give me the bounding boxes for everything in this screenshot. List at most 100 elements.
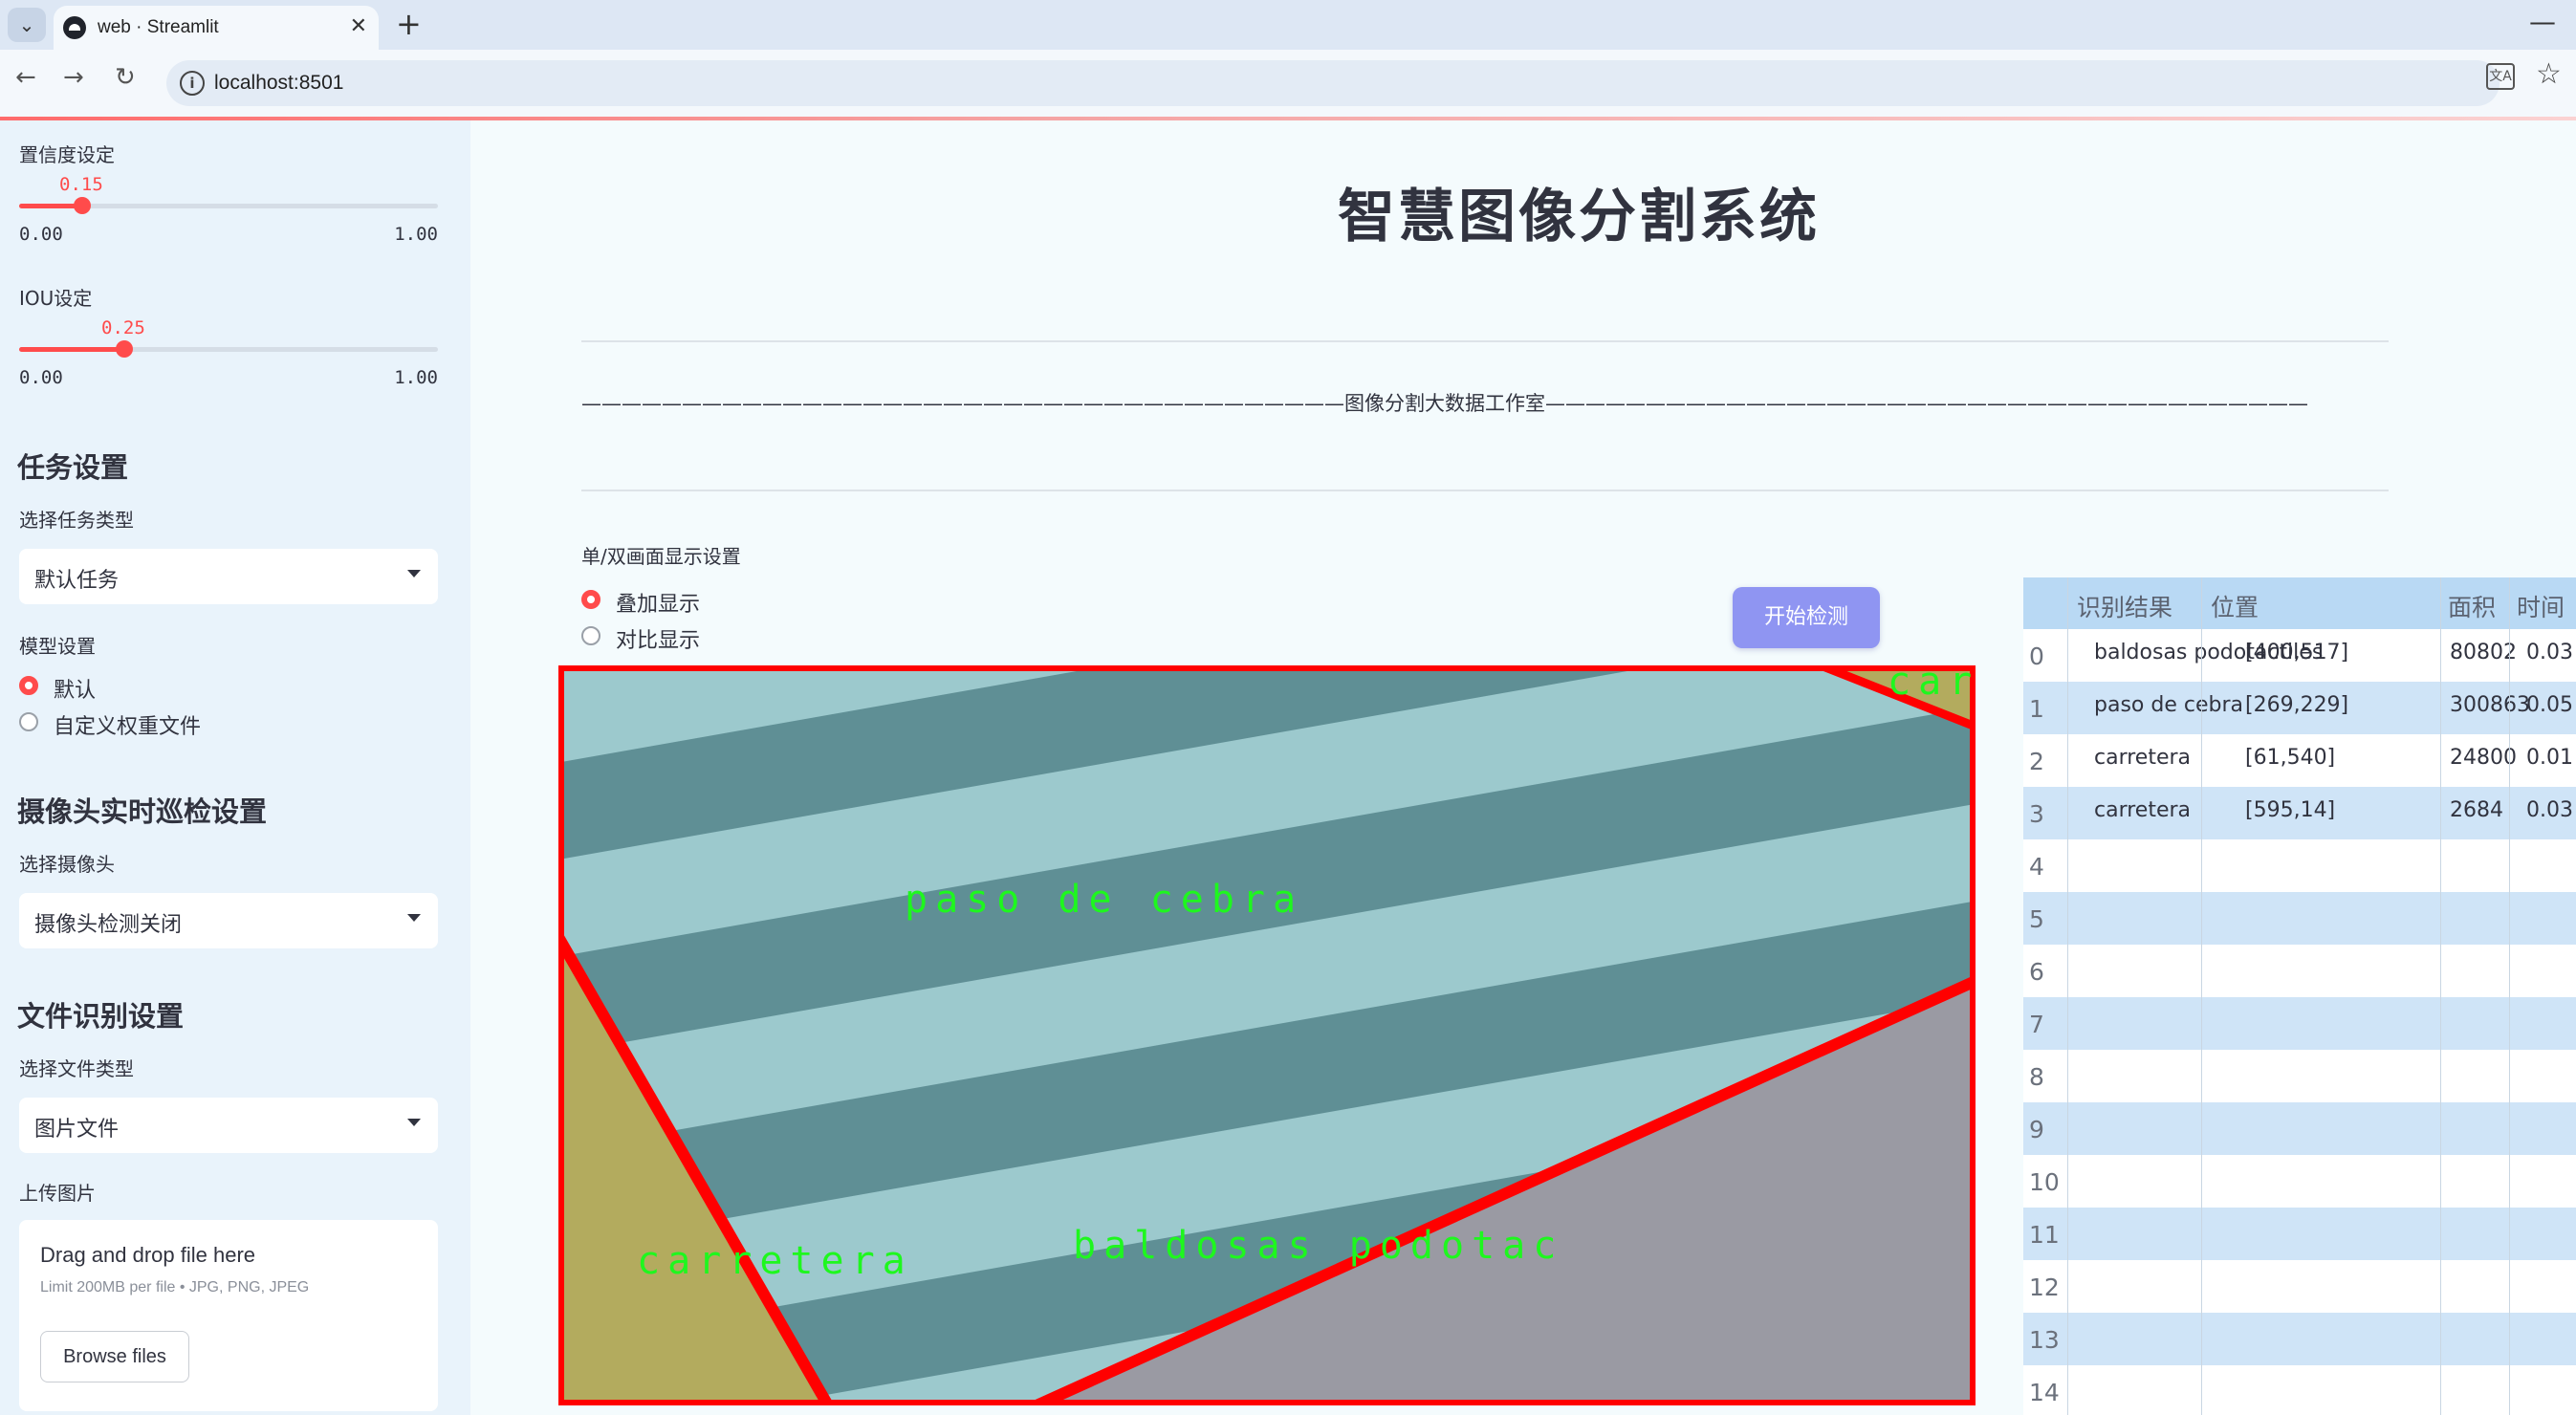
camera-select[interactable]: 摄像头检测关闭 xyxy=(19,893,438,948)
minimize-icon[interactable]: — xyxy=(2529,6,2556,37)
label-zebra-crossing: paso de cebra xyxy=(905,878,1304,922)
camera-label: 选择摄像头 xyxy=(19,853,115,876)
browser-tab[interactable]: web · Streamlit ✕ xyxy=(54,6,379,50)
table-row[interactable]: 0 baldosas podotactiles [400,517] 80802 … xyxy=(2023,629,2576,682)
row-index: 14 xyxy=(2029,1379,2060,1406)
tab-search-chevron-icon[interactable]: ⌄ xyxy=(8,8,46,42)
table-row-empty[interactable]: 4 xyxy=(2023,839,2576,892)
iou-value: 0.25 xyxy=(101,317,145,338)
column-divider xyxy=(2067,577,2068,1415)
table-row-empty[interactable]: 14 xyxy=(2023,1365,2576,1415)
task-type-value: 默认任务 xyxy=(34,569,120,593)
cell-result: paso de cebra xyxy=(2094,693,2243,717)
segmentation-result-image: paso de cebra carretera baldosas podotac… xyxy=(558,665,1976,1405)
chevron-down-icon xyxy=(407,570,421,577)
new-tab-plus-icon[interactable]: + xyxy=(396,6,422,42)
cell-time: 0.03 xyxy=(2526,798,2573,822)
browse-files-button[interactable]: Browse files xyxy=(40,1331,189,1382)
confidence-slider[interactable]: 0.15 0.00 1.00 xyxy=(19,174,438,245)
column-divider xyxy=(2201,577,2202,1415)
table-row-empty[interactable]: 9 xyxy=(2023,1102,2576,1155)
start-detection-button[interactable]: 开始检测 xyxy=(1733,587,1880,648)
column-divider xyxy=(2440,577,2441,1415)
iou-label: IOU设定 xyxy=(19,287,93,310)
slider-thumb[interactable] xyxy=(74,197,91,214)
table-row-empty[interactable]: 8 xyxy=(2023,1050,2576,1102)
row-index: 12 xyxy=(2029,1274,2060,1301)
cell-position: [61,540] xyxy=(2245,746,2336,770)
header-result: 识别结果 xyxy=(2077,594,2173,621)
header-time: 时间 xyxy=(2517,594,2565,621)
bookmark-star-icon[interactable]: ☆ xyxy=(2536,57,2562,91)
results-table[interactable]: 识别结果 位置 面积 时间 0 baldosas podotactiles [4… xyxy=(2023,577,2576,1415)
camera-value: 摄像头检测关闭 xyxy=(34,913,183,937)
cell-area: 2684 xyxy=(2450,798,2503,822)
label-road-corner: car xyxy=(1888,665,1976,704)
close-icon[interactable]: ✕ xyxy=(350,14,367,38)
radio-label: 默认 xyxy=(54,679,97,703)
iou-slider[interactable]: 0.25 0.00 1.00 xyxy=(19,317,438,388)
translate-icon[interactable]: 文A xyxy=(2486,63,2515,90)
chevron-down-icon xyxy=(407,914,421,922)
task-type-select[interactable]: 默认任务 xyxy=(19,549,438,604)
slider-track[interactable] xyxy=(19,197,438,214)
row-index: 0 xyxy=(2029,642,2044,670)
forward-arrow-icon[interactable]: → xyxy=(63,63,84,92)
header-area: 面积 xyxy=(2448,594,2497,621)
table-row-empty[interactable]: 6 xyxy=(2023,945,2576,997)
slider-track[interactable] xyxy=(19,340,438,358)
row-index: 4 xyxy=(2029,853,2044,881)
table-row-empty[interactable]: 7 xyxy=(2023,997,2576,1050)
row-index: 13 xyxy=(2029,1326,2060,1354)
column-divider xyxy=(2509,577,2510,1415)
task-type-label: 选择任务类型 xyxy=(19,509,134,532)
table-row-empty[interactable]: 13 xyxy=(2023,1313,2576,1365)
cell-position: [269,229] xyxy=(2245,693,2349,717)
slider-min: 0.00 xyxy=(19,224,63,245)
row-index: 5 xyxy=(2029,905,2044,933)
label-road: carretera xyxy=(637,1239,913,1283)
cell-result: carretera xyxy=(2094,798,2192,822)
table-row-empty[interactable]: 12 xyxy=(2023,1260,2576,1313)
dropzone-title: Drag and drop file here xyxy=(40,1243,256,1267)
segmentation-overlay xyxy=(558,665,1976,1405)
row-index: 8 xyxy=(2029,1063,2044,1091)
divider xyxy=(581,340,2389,342)
radio-selected-icon xyxy=(19,676,38,695)
cell-area: 300863 xyxy=(2450,693,2530,717)
reload-icon[interactable]: ↻ xyxy=(115,63,136,92)
url-input[interactable]: i localhost:8501 xyxy=(166,60,2500,106)
divider xyxy=(581,490,2389,491)
radio-label: 自定义权重文件 xyxy=(54,715,202,739)
cell-result: carretera xyxy=(2094,746,2192,770)
table-row-empty[interactable]: 11 xyxy=(2023,1208,2576,1260)
slider-max: 1.00 xyxy=(394,367,438,388)
file-type-select[interactable]: 图片文件 xyxy=(19,1098,438,1153)
row-index: 6 xyxy=(2029,958,2044,986)
slider-max: 1.00 xyxy=(394,224,438,245)
studio-banner: ——————————————————————————————————————图像… xyxy=(581,392,2308,415)
address-bar: ← → ↻ i localhost:8501 文A ☆ xyxy=(0,50,2576,117)
table-row[interactable]: 2 carretera [61,540] 24800 0.01 xyxy=(2023,734,2576,787)
row-index: 11 xyxy=(2029,1221,2060,1249)
row-index: 10 xyxy=(2029,1168,2060,1196)
upload-label: 上传图片 xyxy=(19,1182,96,1205)
radio-label: 叠加显示 xyxy=(616,593,701,617)
url-text: localhost:8501 xyxy=(214,72,344,94)
back-arrow-icon[interactable]: ← xyxy=(15,63,36,92)
page-title: 智慧图像分割系统 xyxy=(1338,184,1820,250)
file-dropzone[interactable]: Drag and drop file here Limit 200MB per … xyxy=(19,1220,438,1411)
slider-min: 0.00 xyxy=(19,367,63,388)
display-mode-label: 单/双画面显示设置 xyxy=(581,545,741,568)
table-header: 识别结果 位置 面积 时间 xyxy=(2023,577,2576,629)
radio-unselected-icon xyxy=(19,712,38,731)
table-row-empty[interactable]: 5 xyxy=(2023,892,2576,945)
slider-thumb[interactable] xyxy=(116,340,133,358)
table-row[interactable]: 1 paso de cebra [269,229] 300863 0.05 xyxy=(2023,682,2576,734)
row-index: 9 xyxy=(2029,1116,2044,1143)
site-info-icon[interactable]: i xyxy=(180,71,205,96)
table-row-empty[interactable]: 10 xyxy=(2023,1155,2576,1208)
cell-area: 24800 xyxy=(2450,746,2517,770)
table-row[interactable]: 3 carretera [595,14] 2684 0.03 xyxy=(2023,787,2576,839)
cell-position: [400,517] xyxy=(2245,641,2349,664)
